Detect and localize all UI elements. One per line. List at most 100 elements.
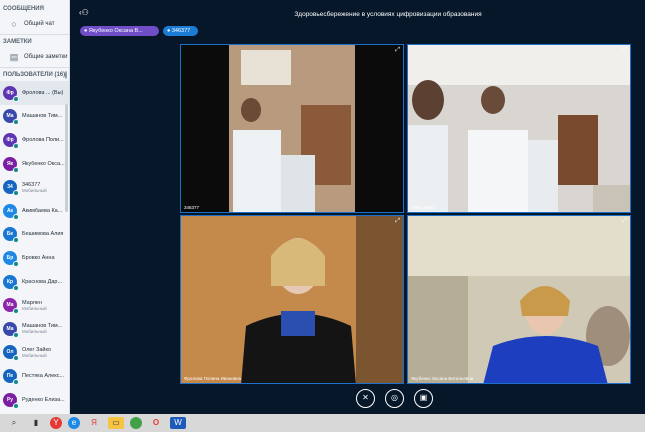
- avatar: Пе: [3, 368, 19, 385]
- user-list-item[interactable]: Пе Пестяка Алекс...: [0, 364, 69, 388]
- main-area: ‹⚇ Здоровьесбережение в условиях цифрови…: [71, 0, 645, 414]
- edge-icon[interactable]: e: [68, 417, 80, 429]
- user-device: Мобильный: [22, 329, 47, 335]
- user-list-item[interactable]: Кр Краснова Дар...: [0, 270, 69, 294]
- status-badge: [13, 331, 19, 338]
- video-tile[interactable]: Олег Зайко ⤢: [407, 44, 631, 213]
- microphone-mute-button[interactable]: ✕: [356, 389, 375, 408]
- divider: [0, 67, 69, 68]
- audio-chip[interactable]: ● 346377: [163, 26, 198, 36]
- status-badge: [13, 378, 19, 385]
- user-list-item[interactable]: Фр Фролова Поли...: [0, 128, 69, 152]
- shared-notes-item[interactable]: ▤ Общие заметки: [0, 48, 69, 66]
- yandex-icon[interactable]: Y: [50, 417, 62, 429]
- tile-label: Фролова Полина Ивановна: [184, 376, 242, 381]
- avatar: Ак: [3, 203, 19, 220]
- tile-label: Олег Зайко: [411, 205, 435, 210]
- task-view-icon[interactable]: ▮: [28, 417, 44, 429]
- notes-icon: ▤: [9, 52, 19, 62]
- user-name: Акимбаева Ка...: [22, 207, 63, 214]
- file-explorer-icon[interactable]: ▭: [108, 417, 124, 429]
- user-list-item[interactable]: Фр Фролова ... (Вы): [0, 81, 69, 105]
- yandex-browser-icon[interactable]: Я: [86, 417, 102, 429]
- avatar-initials: Пе: [6, 372, 14, 379]
- camera-button[interactable]: ◎: [385, 389, 404, 408]
- user-list-item[interactable]: 34 346377 Мобильный: [0, 175, 69, 199]
- avatar: 34: [3, 180, 19, 197]
- user-list-item[interactable]: Ма Машанов Тим...: [0, 105, 69, 129]
- avatar-initials: Бр: [6, 254, 14, 261]
- status-badge: [13, 308, 19, 315]
- shared-notes-label: Общие заметки: [24, 54, 68, 60]
- avatar-initials: Ак: [6, 207, 14, 214]
- expand-icon[interactable]: ⤢: [622, 47, 627, 54]
- video-tile[interactable]: 346377 ⤢: [180, 44, 404, 213]
- divider: [0, 34, 69, 35]
- user-list-item[interactable]: Ак Акимбаева Ка...: [0, 199, 69, 223]
- user-list-item[interactable]: Бе Бешимова Алия: [0, 223, 69, 247]
- avatar: Бе: [3, 227, 19, 244]
- chrome-icon[interactable]: [130, 417, 142, 429]
- user-device: Мобильный: [22, 352, 47, 358]
- status-badge: [13, 142, 19, 149]
- sidebar-scrollbar[interactable]: [65, 104, 68, 212]
- status-badge: [13, 260, 19, 267]
- gear-icon[interactable]: [65, 71, 67, 79]
- avatar: Як: [3, 156, 19, 173]
- word-icon[interactable]: W: [170, 417, 186, 429]
- expand-icon[interactable]: ⤢: [395, 218, 400, 225]
- user-list: Фр Фролова ... (Вы) Ма Машанов Тим... Фр Фрол…: [0, 81, 69, 414]
- avatar: Ол: [3, 345, 19, 362]
- avatar: Кр: [3, 274, 19, 291]
- screen-share-button[interactable]: ▣: [414, 389, 433, 408]
- avatar: Ма: [3, 321, 19, 338]
- expand-icon[interactable]: ⤢: [622, 218, 627, 225]
- user-list-item[interactable]: Ма Марлен Мобильный: [0, 293, 69, 317]
- avatar: Ма: [3, 109, 19, 126]
- user-device: Мобильный: [22, 305, 47, 311]
- avatar: Фр: [3, 132, 19, 149]
- expand-icon[interactable]: ⤢: [395, 47, 400, 54]
- notes-section-title: ЗАМЕТКИ: [3, 39, 32, 45]
- user-name: Олег Зайко: [22, 346, 51, 353]
- user-list-item[interactable]: Бр Бровко Анна: [0, 246, 69, 270]
- status-badge: [13, 119, 19, 126]
- opera-icon[interactable]: O: [148, 417, 164, 429]
- status-badge: [13, 402, 19, 409]
- chat-icon: ○: [11, 19, 17, 29]
- video-feed: [181, 216, 403, 383]
- avatar: Ма: [3, 298, 19, 315]
- user-list-item[interactable]: Ма Машанов Тим... Мобильный: [0, 317, 69, 341]
- presenter-chip[interactable]: ● Якубенко Оксана В...: [80, 26, 159, 36]
- user-list-item[interactable]: Ру Руденко Елиза...: [0, 388, 69, 412]
- user-list-item[interactable]: Як Якубенко Окса...: [0, 152, 69, 176]
- avatar-initials: Фр: [6, 136, 14, 143]
- avatar-initials: Ма: [6, 325, 14, 332]
- status-badge: [13, 95, 19, 102]
- presenter-chip-label: Якубенко Оксана В...: [88, 28, 143, 34]
- avatar-initials: Як: [6, 160, 14, 167]
- video-feed: [408, 45, 630, 212]
- video-tile[interactable]: Якубенко Оксана Витальевна ⤢: [407, 215, 631, 384]
- status-badge: [13, 237, 19, 244]
- avatar-initials: Ол: [6, 349, 14, 356]
- avatar-initials: Ма: [6, 113, 14, 120]
- users-section-header: ПОЛЬЗОВАТЕЛИ (16): [0, 69, 69, 81]
- avatar-initials: Ма: [6, 302, 14, 309]
- status-badge: [13, 284, 19, 291]
- user-name: Бешимова Алия: [22, 231, 64, 238]
- user-list-item[interactable]: Ол Олег Зайко Мобильный: [0, 341, 69, 365]
- user-name: Якубенко Окса...: [22, 160, 65, 167]
- messages-section-title: СООБЩЕНИЯ: [3, 6, 44, 12]
- search-icon[interactable]: ⌕: [6, 417, 22, 429]
- user-name: Машанов Тим...: [22, 113, 63, 120]
- status-badge: [13, 166, 19, 173]
- video-tile[interactable]: Фролова Полина Ивановна ⤢: [180, 215, 404, 384]
- public-chat-item[interactable]: ○ Общий чат: [0, 15, 69, 33]
- avatar-initials: Бе: [6, 231, 14, 238]
- user-name: Бровко Анна: [22, 254, 55, 261]
- sidebar: СООБЩЕНИЯ ○ Общий чат ЗАМЕТКИ ▤ Общие за…: [0, 0, 70, 414]
- avatar-initials: Кр: [6, 278, 14, 285]
- user-name: Краснова Дар...: [22, 278, 63, 285]
- public-chat-label: Общий чат: [24, 21, 55, 27]
